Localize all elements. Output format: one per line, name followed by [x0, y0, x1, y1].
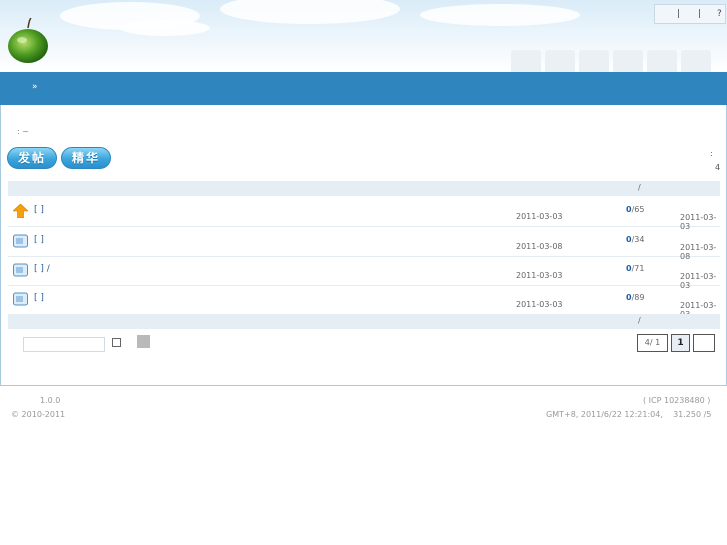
thread-title[interactable]: [ ] [34, 235, 44, 245]
pager-info: 4/ 1 [637, 334, 668, 352]
thread-date: 2011-03-03 [516, 271, 563, 280]
table-row[interactable]: [ ] / 2011-03-03 0/71 2011-03-03 [8, 256, 720, 290]
copyright-text: © 2010-2011 [11, 410, 66, 419]
nav-tab[interactable] [545, 50, 575, 72]
header-banner: | | ? [0, 0, 727, 72]
pager-next-button[interactable] [693, 334, 715, 352]
thread-stats: 0/89 [626, 293, 644, 302]
footer-slash: / [638, 316, 641, 325]
thread-meta: : ~ [17, 127, 29, 136]
thread-stats: 0/34 [626, 235, 644, 244]
table-row[interactable]: [ ] 2011-03-08 0/34 2011-03-08 [8, 227, 720, 261]
thread-date: 2011-03-03 [516, 300, 563, 309]
nav-tab[interactable] [613, 50, 643, 72]
table-footer: / [8, 314, 720, 329]
header-slash: / [638, 183, 641, 192]
thread-icon [13, 292, 28, 306]
thread-date: 2011-03-03 [516, 212, 563, 221]
nav-tab[interactable] [647, 50, 677, 72]
thread-title[interactable]: [ ] / [34, 264, 50, 274]
pager-current-page[interactable]: 1 [671, 334, 690, 352]
thread-title[interactable]: [ ] [34, 293, 44, 303]
nav-tab[interactable] [511, 50, 541, 72]
new-post-button[interactable]: 发帖 [7, 147, 57, 169]
view-count: /34 [631, 235, 645, 244]
table-header: / [8, 181, 720, 196]
view-count: /71 [631, 264, 645, 273]
top-links-bar: | | ? [654, 4, 726, 24]
breadcrumb[interactable]: » [32, 82, 38, 92]
help-link[interactable]: ? [717, 9, 722, 19]
view-count: /65 [631, 205, 645, 214]
digest-button[interactable]: 精华 [61, 147, 111, 169]
top-link-separator: | [677, 9, 681, 19]
thread-date: 2011-03-08 [516, 242, 563, 251]
thread-count: 4 [715, 163, 721, 172]
nav-tab[interactable] [579, 50, 609, 72]
table-row[interactable]: [ ] 2011-03-03 0/89 2011-03-03 [8, 285, 720, 319]
version-text: 1.0.0 [40, 396, 61, 405]
nav-tab[interactable] [681, 50, 711, 72]
forum-panel: : ~ 发帖 精华 : 4 / [ ] 2011-03-03 0/65 2011… [0, 105, 727, 386]
thread-stats: 0/65 [626, 205, 644, 214]
navigation-bar: » [0, 72, 727, 105]
forum-info-label: : [710, 149, 713, 158]
icp-link[interactable]: ( ICP 10238480 ) [643, 396, 710, 405]
table-row[interactable]: [ ] 2011-03-03 0/65 2011-03-03 [8, 197, 720, 231]
server-time: GMT+8, 2011/6/22 12:21:04, 31.250 /5 [546, 410, 712, 419]
thread-stats: 0/71 [626, 264, 644, 273]
top-link-separator: | [698, 9, 702, 19]
thread-title[interactable]: [ ] [34, 205, 44, 215]
select-all-checkbox[interactable] [112, 338, 121, 347]
action-button[interactable] [137, 335, 150, 348]
view-count: /89 [631, 293, 645, 302]
thread-icon [13, 263, 28, 277]
thread-icon [13, 234, 28, 248]
jump-input[interactable] [23, 337, 105, 352]
pinned-arrow-icon [13, 204, 28, 218]
apple-logo-icon[interactable] [7, 18, 49, 64]
